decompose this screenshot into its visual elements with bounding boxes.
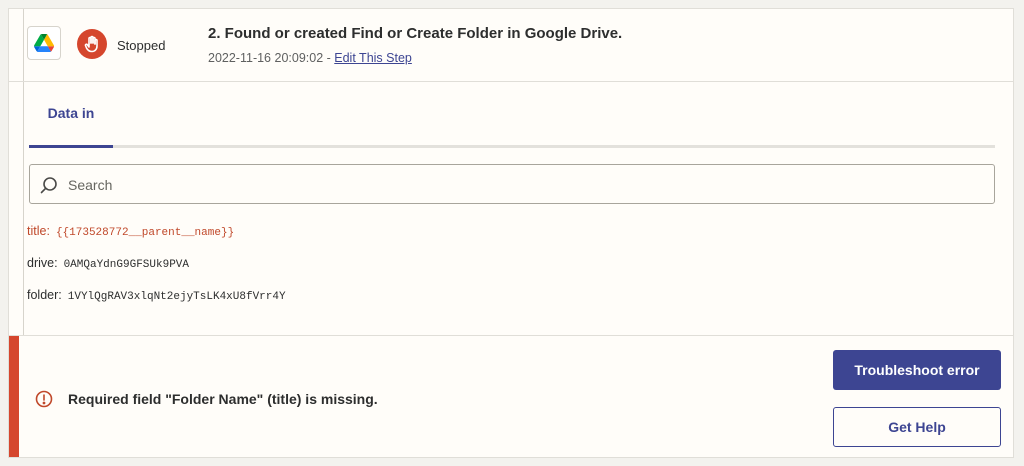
stop-hand-icon [77, 29, 107, 59]
error-indicator-bar [9, 336, 19, 457]
field-value: 1VYlQgRAV3xlqNt2ejyTsLK4xU8fVrr4Y [67, 291, 286, 303]
field-title: title: {{173528772__parent__name}} [27, 224, 234, 239]
step-timestamp: 2022-11-16 20:09:02 [208, 51, 324, 65]
get-help-button[interactable]: Get Help [833, 407, 1001, 447]
step-title: 2. Found or created Find or Create Folde… [208, 25, 623, 42]
error-message: Required field "Folder Name" (title) is … [68, 391, 378, 407]
tab-data-in[interactable]: Data in [29, 81, 113, 148]
field-value: {{173528772__parent__name}} [55, 227, 235, 239]
troubleshoot-error-button[interactable]: Troubleshoot error [833, 350, 1001, 390]
step-meta: 2022-11-16 20:09:02 - Edit This Step [208, 51, 412, 65]
meta-separator: - [323, 51, 335, 65]
field-key: folder: [27, 288, 62, 302]
search-input[interactable] [66, 165, 970, 205]
field-value: 0AMQaYdnG9GFSUk9PVA [63, 259, 189, 271]
search-box[interactable] [29, 164, 995, 205]
google-drive-icon [27, 26, 61, 60]
tab-bar: Data in [29, 81, 995, 148]
field-key: title: [27, 224, 50, 238]
field-key: drive: [27, 256, 58, 270]
error-panel: Required field "Folder Name" (title) is … [9, 335, 1013, 457]
status-label: Stopped [117, 38, 166, 53]
field-folder: folder: 1VYlQgRAV3xlqNt2ejyTsLK4xU8fVrr4Y [27, 288, 286, 303]
search-icon [40, 177, 57, 194]
step-header: Stopped 2. Found or created Find or Crea… [9, 9, 1013, 82]
alert-circle-icon [35, 390, 53, 408]
edit-step-link[interactable]: Edit This Step [334, 51, 412, 65]
field-drive: drive: 0AMQaYdnG9GFSUk9PVA [27, 256, 189, 271]
step-card: Stopped 2. Found or created Find or Crea… [8, 8, 1014, 458]
